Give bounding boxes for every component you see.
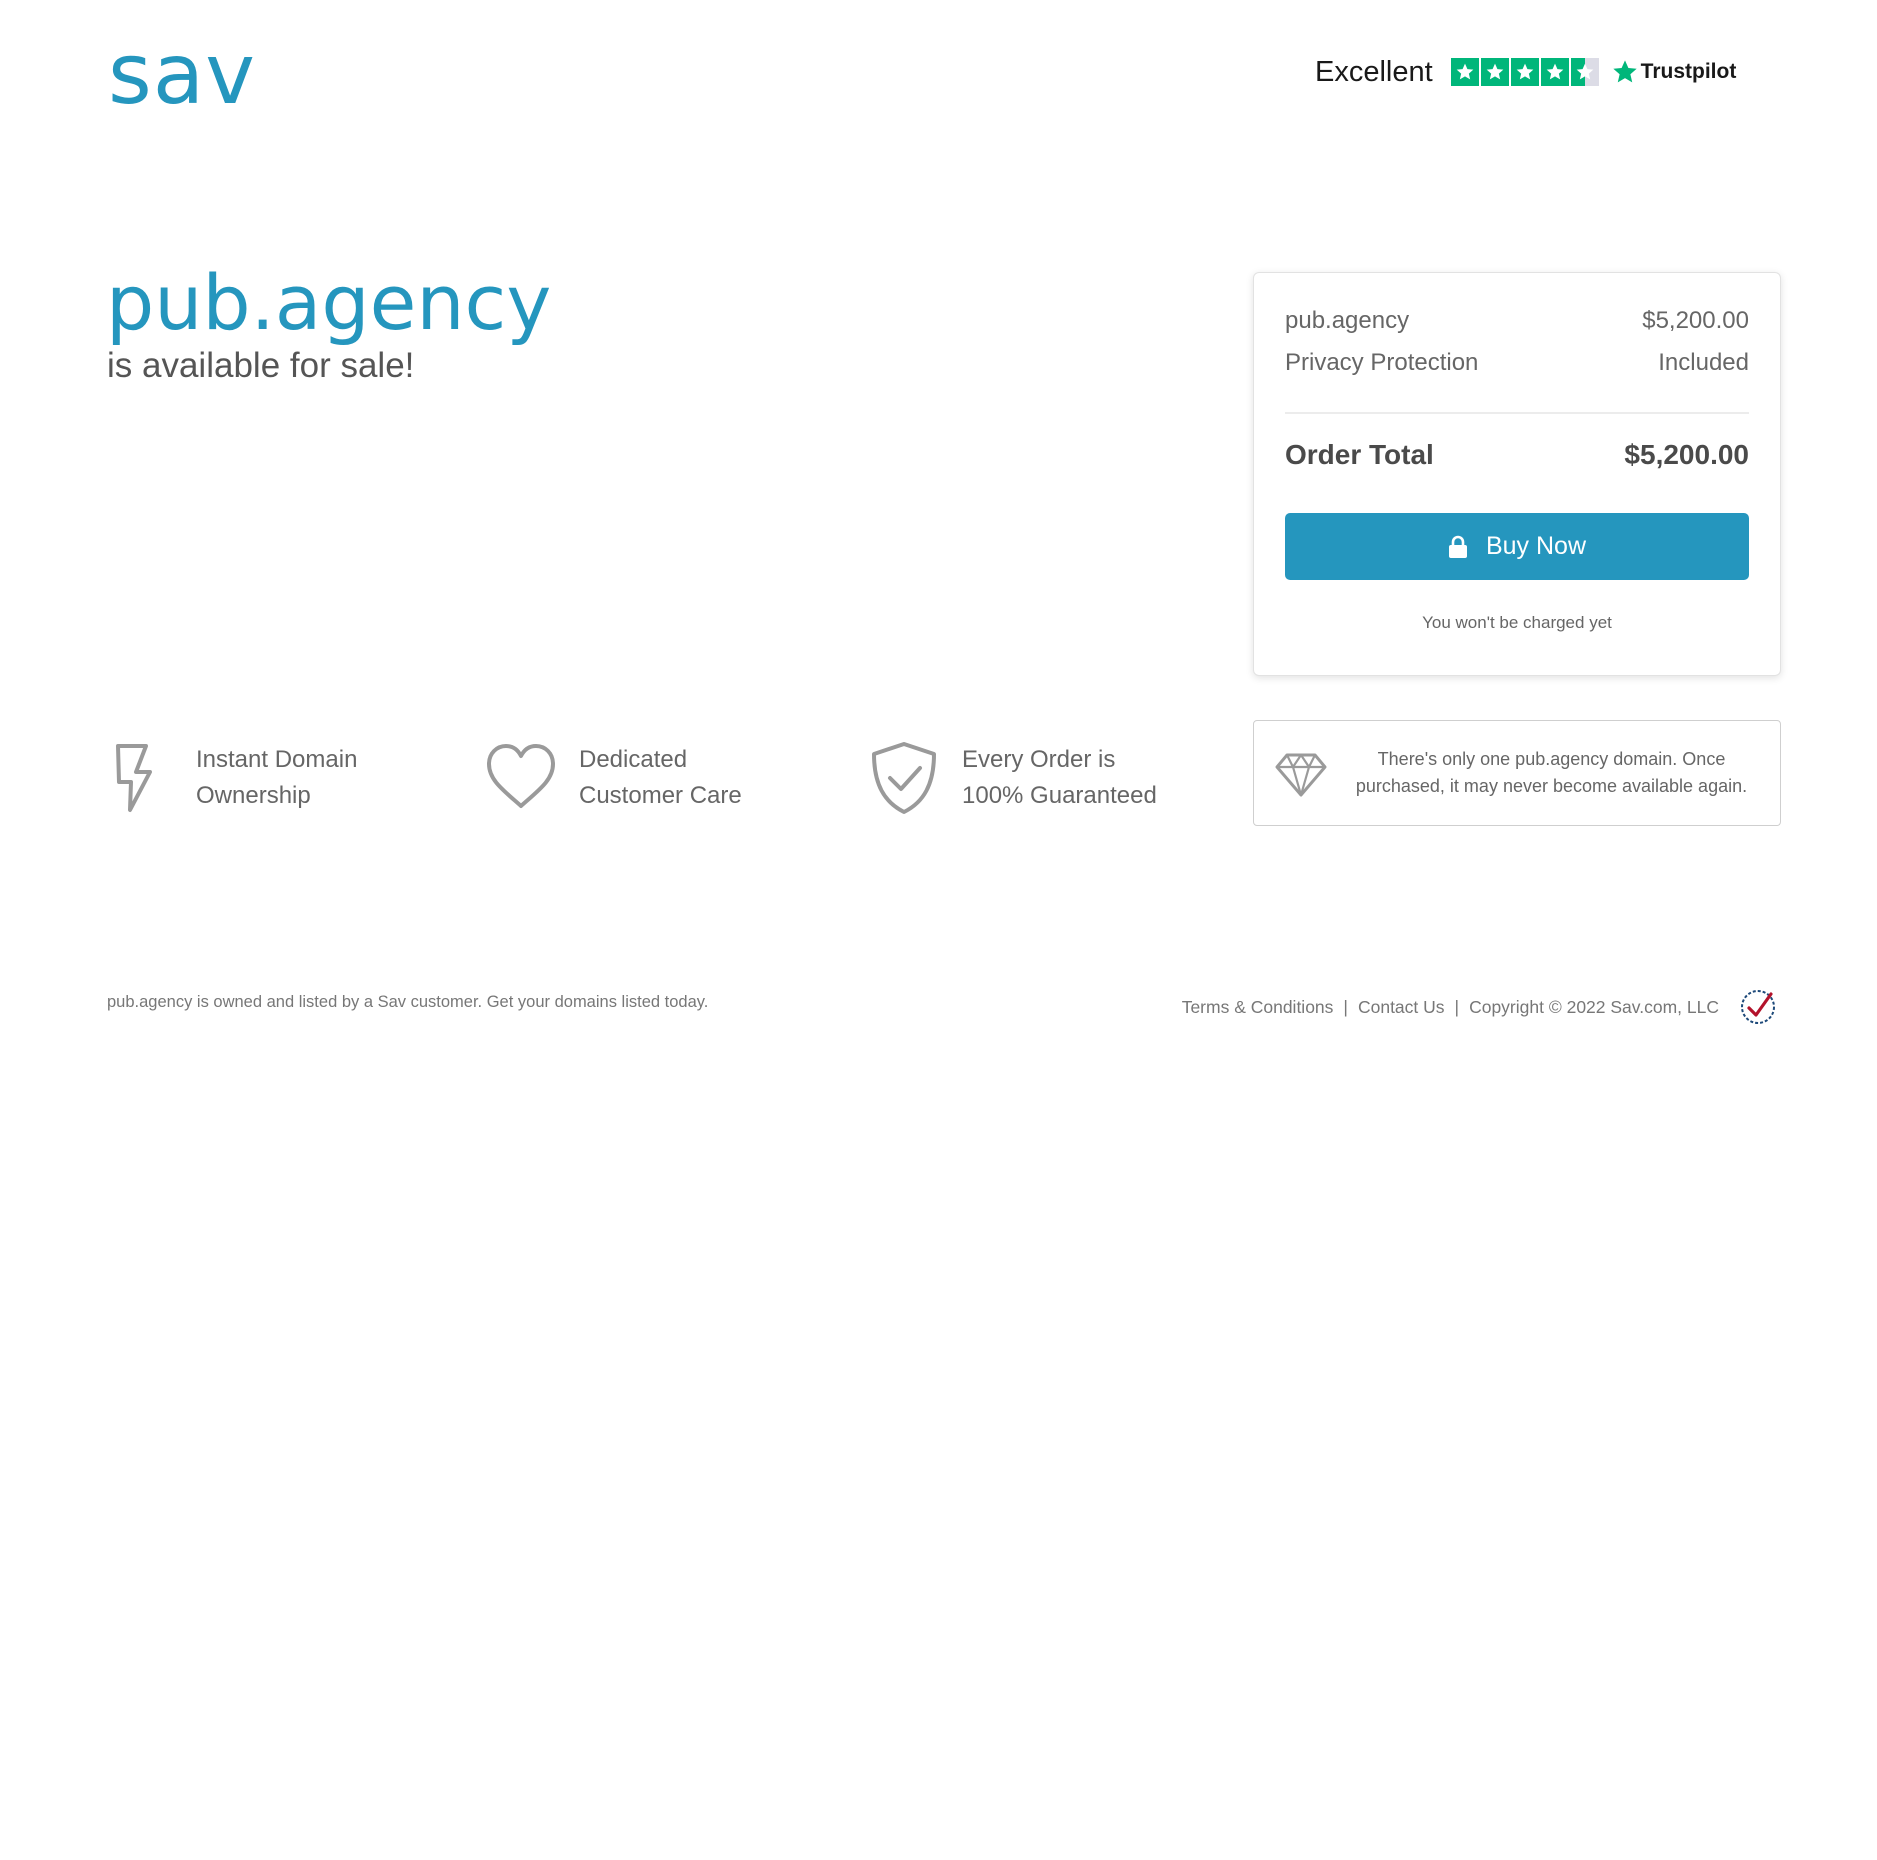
star-icon xyxy=(1510,58,1539,86)
feature-line2: Customer Care xyxy=(579,782,742,809)
feature-line2: 100% Guaranteed xyxy=(962,782,1157,809)
feature-line1: Every Order is xyxy=(962,746,1116,773)
footer-links: Terms & Conditions | Contact Us | Copyri… xyxy=(1182,986,1779,1028)
notice-line1: There's only one pub.agency domain. Once xyxy=(1377,749,1726,769)
order-total-row: Order Total $5,200.00 xyxy=(1285,439,1749,471)
charge-note: You won't be charged yet xyxy=(1422,613,1612,632)
star-icon xyxy=(1480,58,1509,86)
uniqueness-notice: There's only one pub.agency domain. Once… xyxy=(1253,720,1781,826)
trustpilot-widget[interactable]: Excellent Trustpilot xyxy=(1315,52,1736,92)
footer-separator: | xyxy=(1343,996,1348,1017)
notice-line2: purchased, it may never become available… xyxy=(1355,776,1748,796)
feature-guarantee: Every Order is 100% Guaranteed xyxy=(866,740,1157,816)
feature-line1: Dedicated xyxy=(579,746,688,773)
line-item-label: Privacy Protection xyxy=(1285,349,1479,376)
feature-instant-ownership: Instant Domain Ownership xyxy=(100,740,357,816)
line-item-value: $5,200.00 xyxy=(1642,307,1749,334)
star-icon xyxy=(1450,58,1479,86)
trustpilot-star-icon xyxy=(1613,60,1637,83)
star-icon xyxy=(1540,58,1569,86)
order-line-item: Privacy Protection Included xyxy=(1285,349,1749,377)
order-line-item: pub.agency $5,200.00 xyxy=(1285,307,1749,335)
terms-link[interactable]: Terms & Conditions xyxy=(1182,997,1334,1018)
trustpilot-brand: Trustpilot xyxy=(1611,58,1737,86)
hero-domain-name: pub.agency xyxy=(106,258,552,347)
trustpilot-brand-label: Trustpilot xyxy=(1640,60,1737,83)
sav-logo[interactable]: sav xyxy=(108,24,256,124)
heart-icon xyxy=(487,744,555,808)
shield-check-icon xyxy=(872,742,936,814)
order-total-value: $5,200.00 xyxy=(1624,439,1749,470)
hero-subtitle: is available for sale! xyxy=(107,346,415,385)
copyright: Copyright © 2022 Sav.com, LLC xyxy=(1469,996,1719,1017)
order-summary-card: pub.agency $5,200.00 Privacy Protection … xyxy=(1253,272,1781,676)
buy-now-button[interactable]: Buy Now xyxy=(1285,513,1749,580)
footer-ownership-note[interactable]: pub.agency is owned and listed by a Sav … xyxy=(107,993,708,1012)
lock-icon xyxy=(1448,535,1467,558)
trustpilot-rating-word: Excellent xyxy=(1315,55,1433,88)
contact-link[interactable]: Contact Us xyxy=(1358,997,1445,1018)
trustpilot-stars xyxy=(1450,58,1599,86)
icann-badge-icon[interactable] xyxy=(1737,986,1779,1028)
half-star-icon xyxy=(1570,58,1599,86)
line-item-value: Included xyxy=(1658,349,1749,376)
diamond-icon xyxy=(1275,753,1327,797)
footer-separator: | xyxy=(1454,996,1460,1017)
page: sav Excellent Trustpilot pub.agency is a… xyxy=(0,0,1877,1860)
line-item-label: pub.agency xyxy=(1285,307,1410,334)
order-divider xyxy=(1285,412,1749,414)
order-total-label: Order Total xyxy=(1285,439,1434,470)
feature-line2: Ownership xyxy=(196,782,311,809)
feature-line1: Instant Domain xyxy=(196,746,358,773)
buy-now-label: Buy Now xyxy=(1485,532,1587,560)
lightning-icon xyxy=(116,744,152,812)
feature-customer-care: Dedicated Customer Care xyxy=(483,740,742,816)
